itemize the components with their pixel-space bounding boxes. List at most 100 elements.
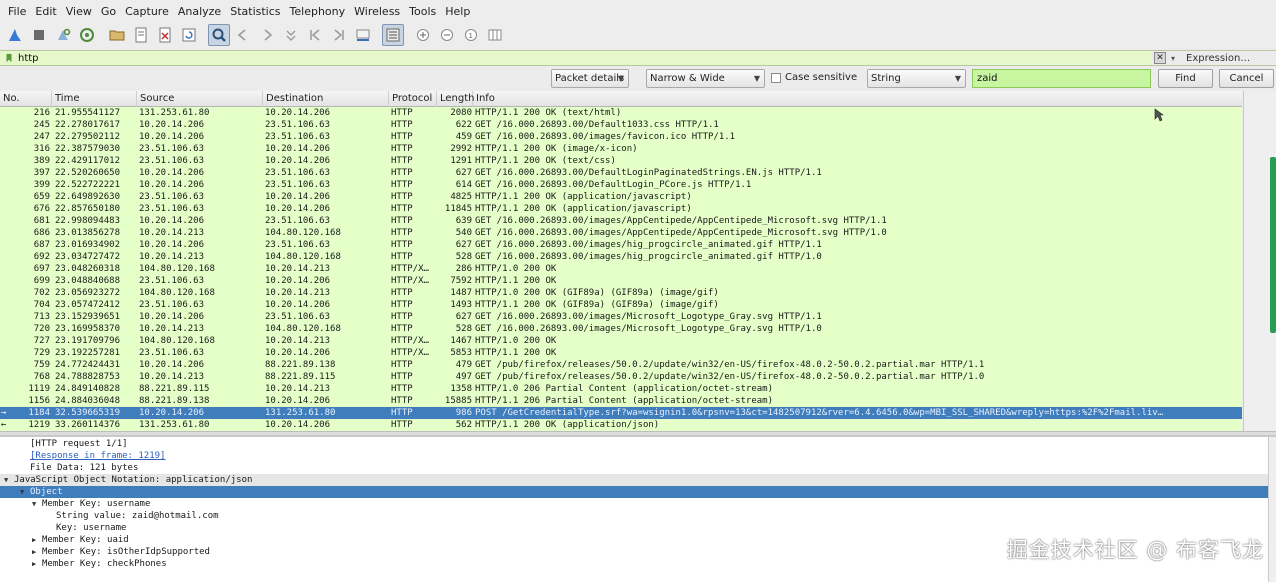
packet-row[interactable]: 727 23.191709796 104.80.120.168 10.20.14.21…	[0, 335, 1242, 347]
detail-tree-item[interactable]: String value: zaid@hotmail.com	[0, 510, 1268, 522]
packet-row[interactable]: 704 23.057472412 23.51.106.63 10.20.14.206 H…	[0, 299, 1242, 311]
column-header-source[interactable]: Source	[137, 91, 263, 107]
column-header-length[interactable]: Length	[437, 91, 475, 107]
go-forward-icon[interactable]	[256, 24, 278, 46]
expand-down-icon[interactable]: ▼	[32, 498, 42, 510]
menu-file[interactable]: File	[4, 5, 30, 18]
menu-analyze[interactable]: Analyze	[174, 5, 225, 18]
display-filter-input[interactable]	[16, 51, 1136, 65]
packet-time: 23.169958370	[55, 324, 121, 334]
packet-row[interactable]: 1156 24.884036048 88.221.89.138 10.20.14.20…	[0, 395, 1242, 407]
resize-columns-icon[interactable]	[484, 24, 506, 46]
packet-row[interactable]: 686 23.013856278 10.20.14.213 104.80.120.16…	[0, 227, 1242, 239]
menu-tools[interactable]: Tools	[405, 5, 440, 18]
detail-tree-item[interactable]: [Response in frame: 1219]	[0, 450, 1268, 462]
column-header-protocol[interactable]: Protocol	[389, 91, 437, 107]
autoscroll-icon[interactable]	[352, 24, 374, 46]
packet-row[interactable]: 713 23.152939651 10.20.14.206 23.51.106.63 H…	[0, 311, 1242, 323]
packet-row[interactable]: 1119 24.849140828 88.221.89.115 10.20.14.21…	[0, 383, 1242, 395]
menu-help[interactable]: Help	[441, 5, 474, 18]
packet-row[interactable]: 247 22.279502112 10.20.14.206 23.51.106.63 H…	[0, 131, 1242, 143]
char-width-select[interactable]: Narrow & Wide ▼	[646, 69, 765, 88]
packet-row[interactable]: 389 22.429117012 23.51.106.63 10.20.14.206 H…	[0, 155, 1242, 167]
case-sensitive-checkbox[interactable]	[771, 73, 781, 83]
packet-time: 24.884036048	[55, 396, 121, 406]
zoom-out-icon[interactable]	[436, 24, 458, 46]
colorize-icon[interactable]	[382, 24, 404, 46]
packet-row[interactable]: 216 21.955541127 131.253.61.80 10.20.14.206…	[0, 107, 1242, 119]
open-file-icon[interactable]	[106, 24, 128, 46]
restart-capture-icon[interactable]	[52, 24, 74, 46]
expand-right-icon[interactable]: ▶	[32, 534, 42, 546]
packet-src: 131.253.61.80	[139, 420, 210, 430]
go-back-icon[interactable]	[232, 24, 254, 46]
packet-row[interactable]: 659 22.649892630 23.51.106.63 10.20.14.206 H…	[0, 191, 1242, 203]
packet-row[interactable]: 720 23.169958370 10.20.14.213 104.80.120.16…	[0, 323, 1242, 335]
go-to-packet-icon[interactable]	[280, 24, 302, 46]
column-header-destination[interactable]: Destination	[263, 91, 389, 107]
detail-tree-item[interactable]: File Data: 121 bytes	[0, 462, 1268, 474]
find-packet-icon[interactable]	[208, 24, 230, 46]
menu-telephony[interactable]: Telephony	[286, 5, 350, 18]
menu-statistics[interactable]: Statistics	[226, 5, 284, 18]
menu-view[interactable]: View	[62, 5, 96, 18]
find-query-input[interactable]	[972, 69, 1151, 88]
filter-history-dropdown-icon[interactable]: ▾	[1166, 54, 1180, 63]
details-scrollbar[interactable]	[1268, 437, 1276, 582]
packet-list-scrollbar[interactable]	[1243, 91, 1276, 431]
menu-wireless[interactable]: Wireless	[350, 5, 404, 18]
column-header-no[interactable]: No.	[0, 91, 52, 107]
scrollbar-thumb[interactable]	[1270, 157, 1276, 333]
clear-filter-icon[interactable]: ✕	[1154, 52, 1166, 64]
save-file-icon[interactable]	[130, 24, 152, 46]
stop-capture-icon[interactable]	[28, 24, 50, 46]
menu-capture[interactable]: Capture	[121, 5, 173, 18]
packet-row[interactable]: 687 23.016934902 10.20.14.206 23.51.106.63 H…	[0, 239, 1242, 251]
find-button[interactable]: Find	[1158, 69, 1213, 88]
expand-down-icon[interactable]: ▼	[4, 474, 14, 486]
search-in-select[interactable]: Packet details ▼	[551, 69, 629, 88]
detail-tree-item[interactable]: ▼ Object	[0, 486, 1268, 498]
detail-tree-item[interactable]: ▼ JavaScript Object Notation: application…	[0, 474, 1268, 486]
packet-row[interactable]: 676 22.857650180 23.51.106.63 10.20.14.206 H…	[0, 203, 1242, 215]
close-file-icon[interactable]	[154, 24, 176, 46]
column-header-time[interactable]: Time	[52, 91, 137, 107]
packet-row[interactable]: ← 1219 33.260114376 131.253.61.80 10.20.14.2…	[0, 419, 1242, 431]
packet-row[interactable]: 245 22.278017617 10.20.14.206 23.51.106.63 H…	[0, 119, 1242, 131]
packet-row[interactable]: 699 23.048840688 23.51.106.63 10.20.14.206 H…	[0, 275, 1242, 287]
packet-row[interactable]: 697 23.048260318 104.80.120.168 10.20.14.21…	[0, 263, 1242, 275]
menu-go[interactable]: Go	[97, 5, 120, 18]
expand-right-icon[interactable]: ▶	[32, 546, 42, 558]
cancel-button[interactable]: Cancel	[1219, 69, 1274, 88]
column-header-info[interactable]: Info	[473, 91, 1242, 107]
packet-row[interactable]: 759 24.772424431 10.20.14.206 88.221.89.138…	[0, 359, 1242, 371]
detail-text: String value: zaid@hotmail.com	[56, 511, 219, 521]
packet-row[interactable]: 316 22.387579030 23.51.106.63 10.20.14.206 H…	[0, 143, 1242, 155]
first-packet-icon[interactable]	[304, 24, 326, 46]
packet-row[interactable]: 692 23.034727472 10.20.14.213 104.80.120.16…	[0, 251, 1242, 263]
detail-tree-item[interactable]: Key: username	[0, 522, 1268, 534]
packet-dst: 88.221.89.115	[265, 372, 336, 382]
packet-row[interactable]: 729 23.192257281 23.51.106.63 10.20.14.206 H…	[0, 347, 1242, 359]
last-packet-icon[interactable]	[328, 24, 350, 46]
packet-row[interactable]: 681 22.998094483 10.20.14.206 23.51.106.63 H…	[0, 215, 1242, 227]
detail-tree-item[interactable]: ▼ Member Key: username	[0, 498, 1268, 510]
packet-row[interactable]: 399 22.522722221 10.20.14.206 23.51.106.63 H…	[0, 179, 1242, 191]
expand-right-icon[interactable]: ▶	[32, 558, 42, 570]
packet-row[interactable]: → 1184 32.539665319 10.20.14.206 131.253.61.…	[0, 407, 1242, 419]
detail-tree-item[interactable]: [HTTP request 1/1]	[0, 438, 1268, 450]
zoom-in-icon[interactable]	[412, 24, 434, 46]
normal-size-icon[interactable]: 1	[460, 24, 482, 46]
packet-row[interactable]: 768 24.788828753 10.20.14.213 88.221.89.115…	[0, 371, 1242, 383]
expression-button[interactable]: Expression…	[1180, 53, 1276, 64]
menu-edit[interactable]: Edit	[31, 5, 60, 18]
expand-down-icon[interactable]: ▼	[20, 486, 30, 498]
shark-fin-start-icon[interactable]	[4, 24, 26, 46]
detail-text[interactable]: [Response in frame: 1219]	[30, 450, 165, 462]
capture-options-icon[interactable]	[76, 24, 98, 46]
reload-icon[interactable]	[178, 24, 200, 46]
bookmark-filter-icon[interactable]	[2, 51, 16, 65]
packet-row[interactable]: 397 22.520260650 10.20.14.206 23.51.106.63 H…	[0, 167, 1242, 179]
search-type-select[interactable]: String ▼	[867, 69, 966, 88]
packet-row[interactable]: 702 23.056923272 104.80.120.168 10.20.14.21…	[0, 287, 1242, 299]
